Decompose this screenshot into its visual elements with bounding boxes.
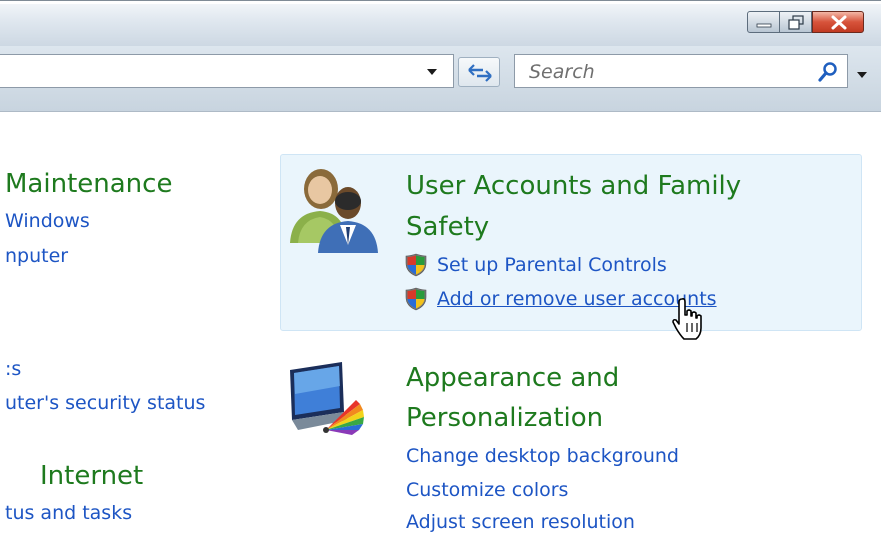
restore-icon: [788, 15, 804, 30]
link-security-item-1[interactable]: :s: [5, 357, 21, 381]
category-title-system-maintenance[interactable]: Maintenance: [5, 164, 172, 204]
close-button[interactable]: [812, 11, 864, 33]
link-set-up-parental-controls[interactable]: Set up Parental Controls: [437, 253, 667, 277]
address-dropdown-icon[interactable]: [420, 65, 444, 79]
link-system-item-1[interactable]: Windows: [5, 209, 90, 233]
search-placeholder: Search: [529, 61, 595, 83]
search-icon[interactable]: [817, 61, 839, 83]
link-security-status[interactable]: uter's security status: [5, 391, 205, 415]
category-title-appearance-line2[interactable]: Personalization: [406, 398, 603, 438]
address-bar[interactable]: [0, 54, 454, 88]
navigation-bar: Search: [0, 46, 881, 112]
uac-shield-icon: [405, 253, 427, 277]
category-title-appearance-line1[interactable]: Appearance and: [406, 358, 619, 398]
refresh-icon: [468, 64, 492, 82]
title-bar-top-highlight: [0, 1, 881, 4]
minimize-icon: [756, 23, 772, 28]
link-customize-colors[interactable]: Customize colors: [406, 478, 568, 502]
search-options-dropdown-icon[interactable]: [855, 70, 869, 80]
category-title-network-internet[interactable]: Internet: [40, 456, 143, 496]
link-network-status[interactable]: tus and tasks: [5, 501, 132, 525]
link-change-desktop-background[interactable]: Change desktop background: [406, 444, 679, 468]
link-adjust-screen-resolution[interactable]: Adjust screen resolution: [406, 510, 635, 534]
hand-pointer-cursor-icon: [672, 298, 702, 340]
category-title-user-accounts-line2[interactable]: Safety: [406, 207, 489, 247]
refresh-button[interactable]: [458, 57, 500, 87]
appearance-personalization-icon[interactable]: [286, 360, 368, 440]
window-title-bar: [0, 0, 881, 46]
uac-shield-icon: [405, 287, 427, 311]
link-system-item-2[interactable]: nputer: [5, 244, 68, 268]
close-icon: [831, 15, 847, 30]
search-input[interactable]: Search: [514, 54, 848, 88]
restore-button[interactable]: [780, 11, 812, 33]
user-accounts-icon[interactable]: [288, 165, 382, 253]
minimize-button[interactable]: [747, 11, 780, 33]
category-title-user-accounts-line1[interactable]: User Accounts and Family: [406, 166, 741, 206]
